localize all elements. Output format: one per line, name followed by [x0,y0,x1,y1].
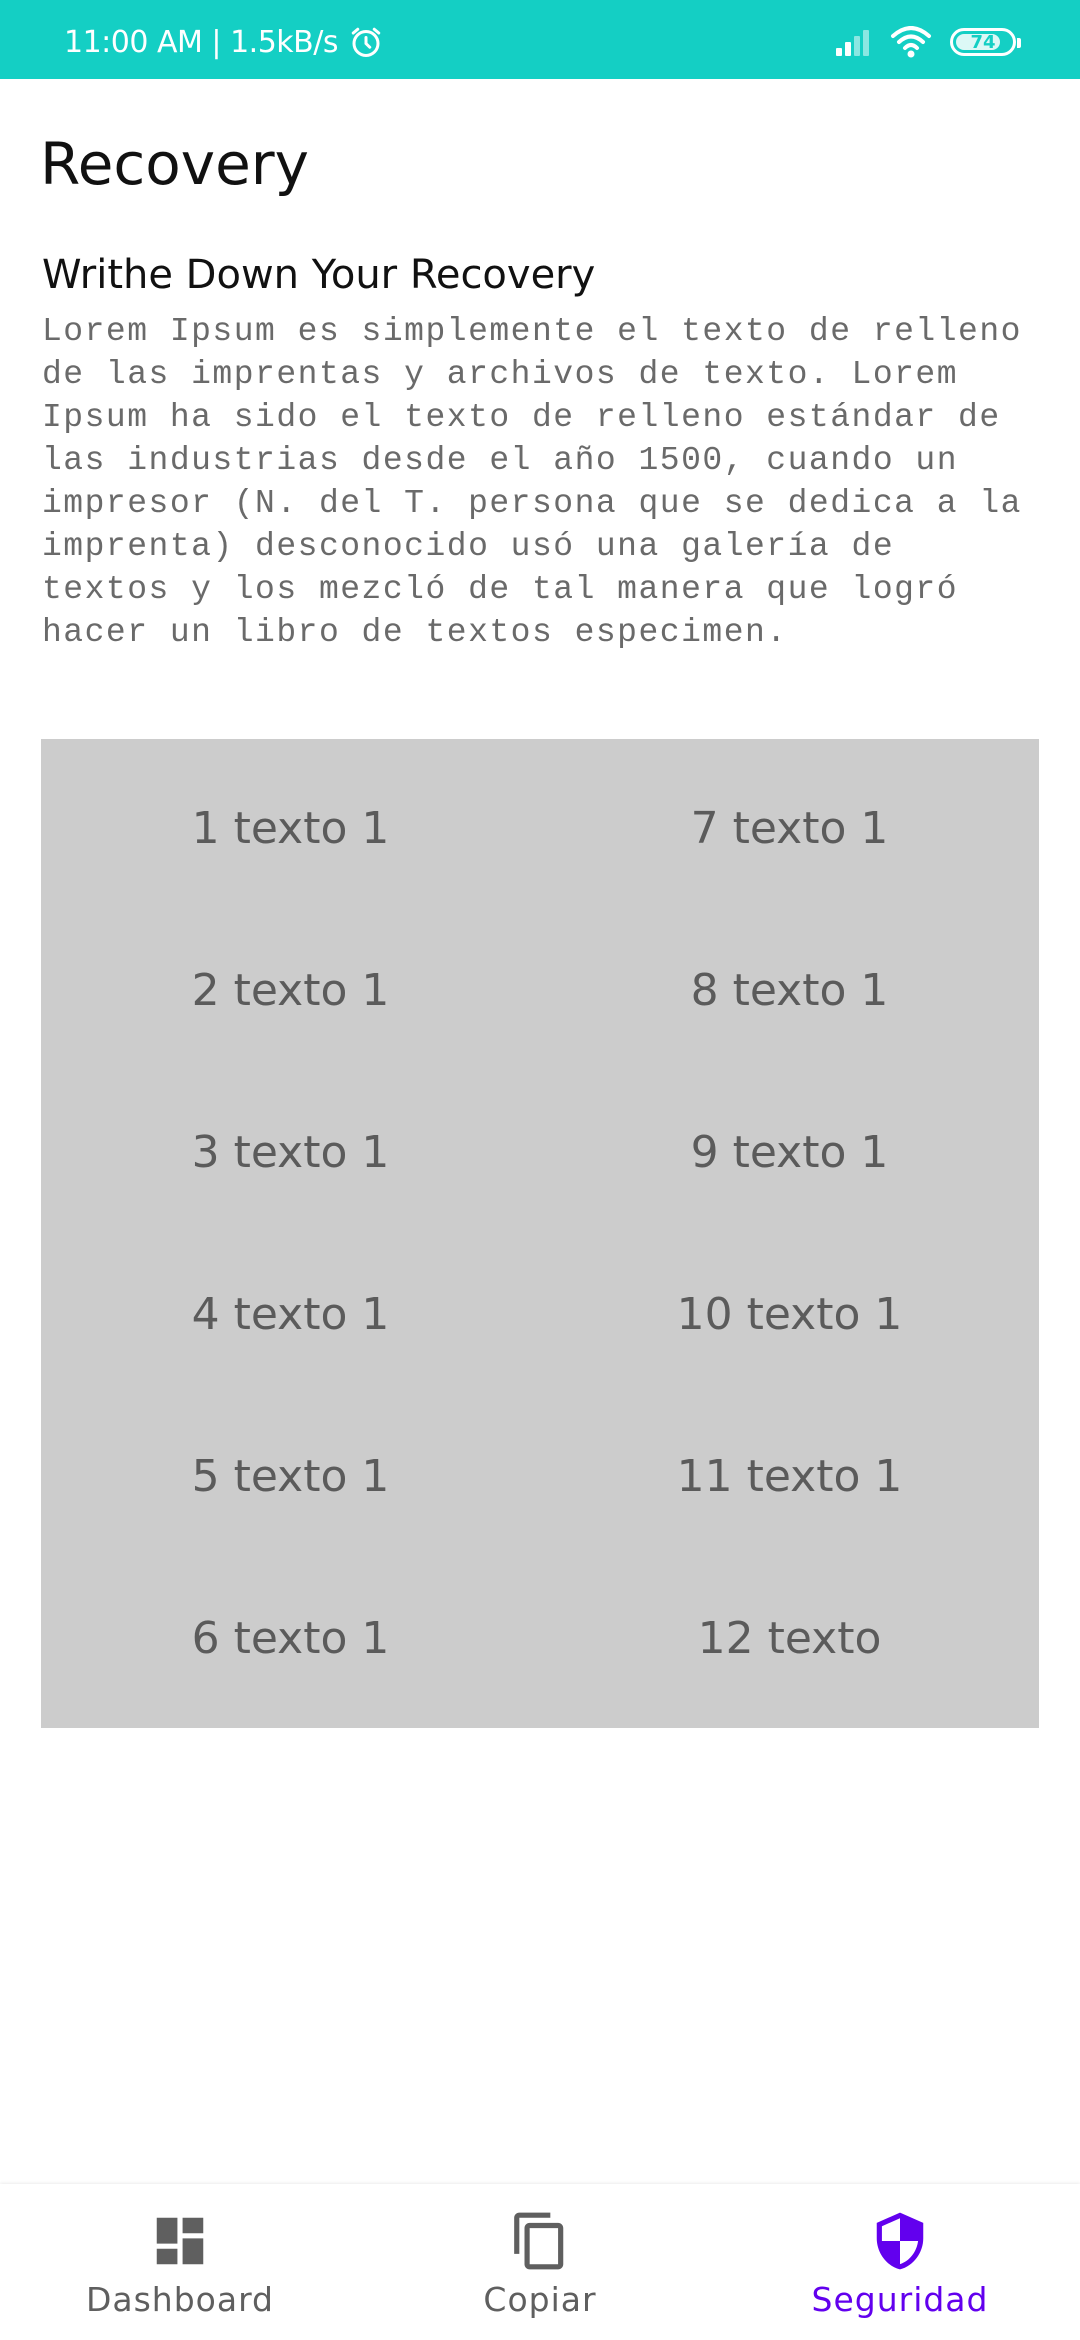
recovery-word-11: 11 texto 1 [676,1451,903,1503]
recovery-word-7: 7 texto 1 [690,802,889,854]
status-bar: 11:00 AM | 1.5kB/s 74 [0,0,1080,79]
bottom-nav: Dashboard Copiar Seguridad [0,2184,1080,2340]
nav-item-dashboard[interactable]: Dashboard [0,2184,360,2340]
recovery-word-5: 5 texto 1 [191,1451,390,1503]
nav-label-dashboard: Dashboard [85,2280,275,2319]
signal-icon [836,30,869,56]
page-title: Recovery [40,130,309,198]
recovery-words-grid: 1 texto 1 7 texto 1 2 texto 1 8 texto 1 … [41,739,1039,1728]
status-time: 11:00 AM | 1.5kB/s [64,24,338,60]
recovery-word-10: 10 texto 1 [676,1289,903,1341]
battery-level: 74 [970,31,996,53]
dashboard-icon [156,2217,204,2265]
wifi-icon [891,26,931,58]
shield-icon [876,2212,924,2270]
alarm-icon [351,27,381,57]
recovery-word-1: 1 texto 1 [191,802,390,854]
nav-item-copiar[interactable]: Copiar [360,2184,720,2340]
recovery-word-12: 12 texto [697,1613,882,1665]
recovery-word-8: 8 texto 1 [690,964,889,1016]
nav-label-copiar: Copiar [483,2280,597,2319]
nav-item-seguridad[interactable]: Seguridad [720,2184,1080,2340]
status-right: 74 [836,22,1021,62]
recovery-word-2: 2 texto 1 [191,964,390,1016]
recovery-word-9: 9 texto 1 [690,1126,889,1178]
battery-tip [1017,38,1021,48]
nav-label-seguridad: Seguridad [811,2280,989,2319]
recovery-word-4: 4 texto 1 [191,1289,390,1341]
section-title: Writhe Down Your Recovery [42,252,596,298]
copy-icon [514,2212,564,2270]
recovery-word-6: 6 texto 1 [191,1613,390,1665]
description-text: Lorem Ipsum es simplemente el texto de r… [42,313,1022,651]
status-left: 11:00 AM | 1.5kB/s [64,22,384,62]
recovery-word-3: 3 texto 1 [191,1126,390,1178]
battery-icon: 74 [950,28,1021,56]
